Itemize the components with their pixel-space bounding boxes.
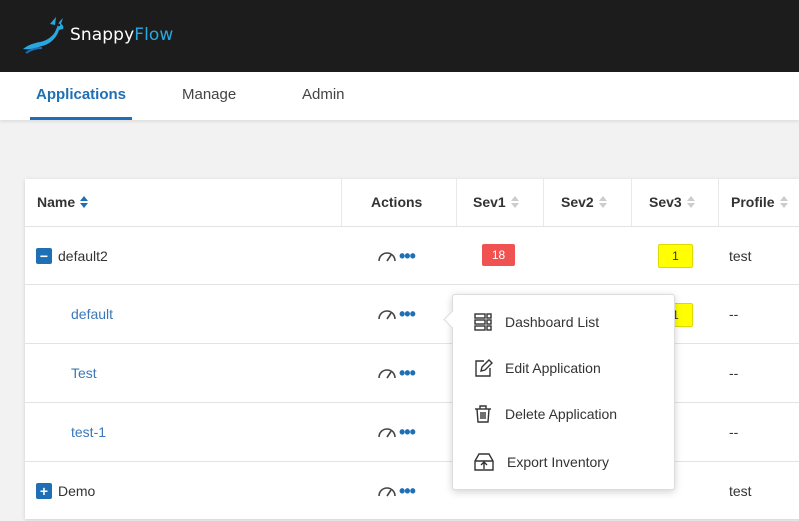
menu-item-label: Export Inventory bbox=[507, 454, 609, 470]
sort-icon[interactable] bbox=[686, 196, 695, 208]
profile-value: test bbox=[729, 483, 752, 499]
dashboard-gauge-icon[interactable] bbox=[377, 425, 397, 439]
more-actions-icon[interactable]: ••• bbox=[399, 423, 416, 441]
row-actions: ••• bbox=[377, 227, 416, 284]
tab-manage[interactable]: Manage bbox=[182, 72, 236, 120]
table-row: test-1 ••• -- bbox=[25, 403, 799, 462]
collapse-icon[interactable]: − bbox=[36, 247, 52, 264]
table-row: + Demo ••• test bbox=[25, 462, 799, 521]
sort-icon[interactable] bbox=[779, 196, 788, 208]
application-name[interactable]: test-1 bbox=[71, 424, 106, 440]
application-name: default2 bbox=[58, 247, 108, 264]
table-row: − default2 ••• 18 1 test bbox=[25, 227, 799, 285]
column-header-name[interactable]: Name bbox=[37, 179, 89, 226]
column-header-sev1[interactable]: Sev1 bbox=[473, 179, 519, 226]
main-nav-tabs: Applications Manage Admin bbox=[0, 72, 799, 120]
applications-table: Name Actions Sev1 Sev2 Sev3 Profile − de… bbox=[25, 179, 799, 521]
sort-icon[interactable] bbox=[80, 196, 89, 208]
snappyflow-logo[interactable]: SnappyFlow bbox=[20, 14, 173, 56]
sort-icon[interactable] bbox=[598, 196, 607, 208]
top-bar: SnappyFlow bbox=[0, 0, 799, 72]
table-row: default ••• 1 -- bbox=[25, 285, 799, 344]
dashboard-gauge-icon[interactable] bbox=[377, 307, 397, 321]
sev1-badge: 18 bbox=[482, 244, 515, 266]
more-actions-icon[interactable]: ••• bbox=[399, 364, 416, 382]
menu-item-label: Edit Application bbox=[505, 360, 601, 376]
row-actions: ••• bbox=[377, 462, 416, 520]
menu-item-delete-application[interactable]: Delete Application bbox=[473, 399, 617, 429]
export-icon bbox=[474, 453, 494, 471]
row-actions: ••• bbox=[377, 344, 416, 402]
menu-item-edit-application[interactable]: Edit Application bbox=[473, 353, 601, 383]
tab-admin[interactable]: Admin bbox=[302, 72, 345, 120]
column-header-actions: Actions bbox=[371, 194, 423, 210]
menu-item-export-inventory[interactable]: Export Inventory bbox=[473, 447, 609, 477]
dashboard-gauge-icon[interactable] bbox=[377, 249, 397, 263]
rabbit-logo-icon bbox=[23, 17, 64, 54]
dashboard-gauge-icon[interactable] bbox=[377, 484, 397, 498]
menu-item-label: Delete Application bbox=[505, 406, 618, 422]
application-name: Demo bbox=[58, 483, 96, 499]
column-header-sev3[interactable]: Sev3 bbox=[649, 179, 695, 226]
sev3-badge: 1 bbox=[658, 244, 693, 268]
menu-item-label: Dashboard List bbox=[505, 314, 600, 330]
row-actions: ••• bbox=[377, 285, 416, 343]
actions-dropdown-menu: Dashboard List Edit Application Delete A… bbox=[443, 294, 675, 490]
table-row: Test ••• -- bbox=[25, 344, 799, 403]
profile-value: -- bbox=[729, 365, 739, 381]
expand-icon[interactable]: + bbox=[36, 483, 52, 499]
application-name[interactable]: default bbox=[71, 306, 113, 322]
application-name[interactable]: Test bbox=[71, 365, 97, 381]
profile-value: -- bbox=[729, 424, 739, 440]
tab-applications[interactable]: Applications bbox=[29, 72, 133, 120]
profile-value: test bbox=[729, 247, 752, 264]
dashboard-gauge-icon[interactable] bbox=[377, 366, 397, 380]
row-actions: ••• bbox=[377, 403, 416, 461]
column-header-sev2[interactable]: Sev2 bbox=[561, 179, 607, 226]
sort-icon[interactable] bbox=[510, 196, 519, 208]
dashboard-list-icon bbox=[474, 313, 492, 331]
edit-icon bbox=[475, 359, 493, 377]
profile-value: -- bbox=[729, 306, 739, 322]
table-header: Name Actions Sev1 Sev2 Sev3 Profile bbox=[25, 179, 799, 227]
trash-icon bbox=[475, 405, 491, 423]
menu-item-dashboard-list[interactable]: Dashboard List bbox=[473, 307, 599, 337]
more-actions-icon[interactable]: ••• bbox=[399, 305, 416, 323]
column-header-profile[interactable]: Profile bbox=[731, 179, 788, 226]
brand-name: SnappyFlow bbox=[70, 25, 174, 45]
more-actions-icon[interactable]: ••• bbox=[399, 482, 416, 500]
more-actions-icon[interactable]: ••• bbox=[399, 247, 416, 265]
